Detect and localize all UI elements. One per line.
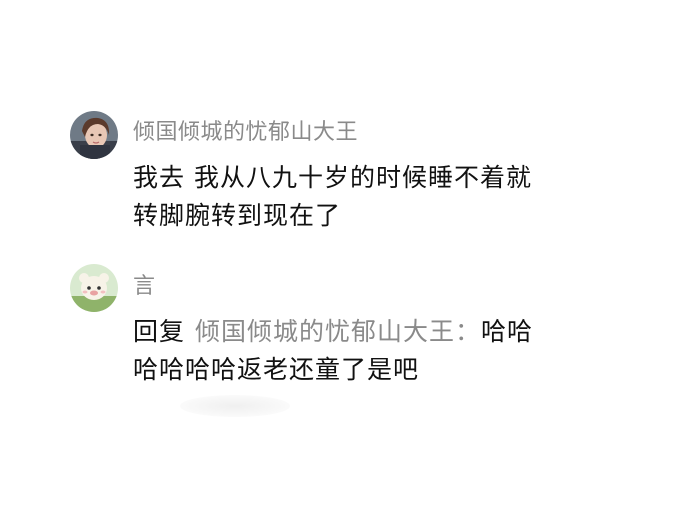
reply-username[interactable]: 言: [133, 268, 156, 300]
reply-text-fragment: 哈哈: [481, 317, 534, 346]
user-avatar[interactable]: [70, 264, 118, 312]
avatar-cartoon-icon: [70, 264, 118, 312]
reply-prefix: 回复: [133, 317, 186, 346]
reply-target-username[interactable]: 倾国倾城的忧郁山大王: [195, 317, 455, 346]
reply-text-line: 哈哈哈哈返老还童了是吧: [133, 355, 420, 384]
reply-separator: ：: [455, 317, 482, 346]
reply-item: 言 回复 倾国倾城的忧郁山大王：哈哈 哈哈哈哈返老还童了是吧: [0, 0, 690, 518]
reply-text: 回复 倾国倾城的忧郁山大王：哈哈 哈哈哈哈返老还童了是吧: [133, 313, 653, 389]
reply-text-line: 回复 倾国倾城的忧郁山大王：哈哈: [133, 313, 653, 351]
background-smudge: [180, 395, 290, 417]
